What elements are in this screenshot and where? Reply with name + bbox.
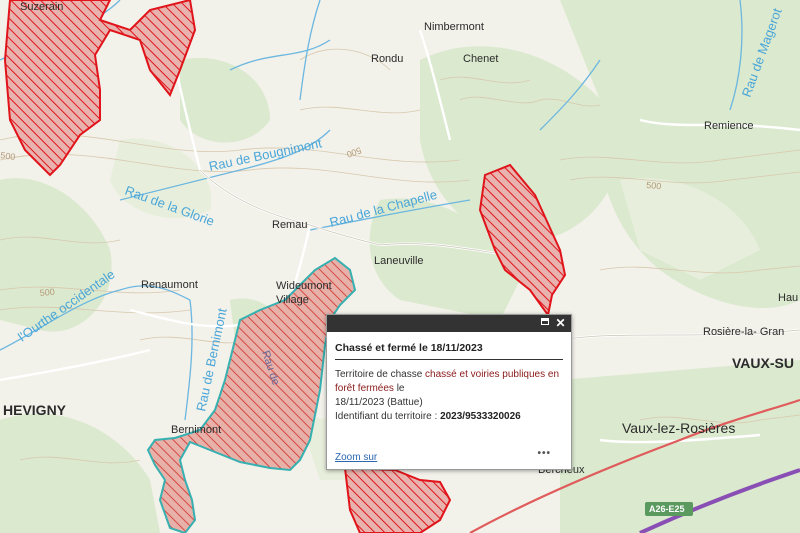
popup-body: Territoire de chasse chassé et voiries p…: [335, 368, 563, 424]
place-label-village: Village: [276, 294, 309, 306]
place-label-vaux-su: VAUX-SU: [732, 355, 794, 371]
place-label-bernimont: Bernimont: [171, 424, 221, 436]
place-label-rondu: Rondu: [371, 53, 403, 65]
place-label-hau: Hau: [778, 292, 798, 304]
maximize-icon[interactable]: [538, 317, 551, 330]
popup-text-prefix: Territoire de chasse: [335, 369, 423, 380]
more-actions-button[interactable]: •••: [537, 448, 551, 459]
popup-footer: Zoom sur •••: [335, 448, 563, 463]
contour-label-2: 500: [39, 287, 55, 298]
place-label-vaux-les-rosieres: Vaux-lez-Rosières: [622, 420, 735, 436]
popup-text-suffix: le: [396, 383, 405, 394]
motorway-badge: A26-E25: [645, 502, 693, 516]
place-label-laneuville: Laneuville: [374, 255, 424, 267]
info-popup: ✕ Chassé et fermé le 18/11/2023 Territoi…: [326, 314, 572, 470]
place-label-remience: Remience: [704, 120, 754, 132]
svg-text:A26-E25: A26-E25: [649, 504, 685, 514]
place-label-rosiere: Rosière-la- Gran: [703, 326, 784, 338]
popup-date-line: 18/11/2023 (Battue): [335, 397, 423, 408]
popup-id-value: 2023/9533320026: [440, 411, 521, 422]
place-label-remau: Remau: [272, 219, 307, 231]
place-label-hevigny: HEVIGNY: [3, 402, 67, 418]
popup-id-label: Identifiant du territoire :: [335, 411, 438, 422]
place-label-chenet: Chenet: [463, 53, 498, 65]
zoom-to-link[interactable]: Zoom sur: [335, 452, 377, 463]
place-label-nimbermont: Nimbermont: [424, 21, 484, 33]
close-icon[interactable]: ✕: [554, 317, 567, 330]
place-label-wideumont: Wideumont: [276, 280, 332, 292]
popup-title: Chassé et fermé le 18/11/2023: [335, 342, 563, 360]
contour-label-1: 500: [0, 150, 16, 162]
place-label-suzerain: Suzerain: [20, 1, 63, 13]
place-label-renaumont: Renaumont: [141, 279, 198, 291]
contour-label-3: 500: [646, 180, 662, 191]
popup-titlebar: ✕: [327, 315, 571, 332]
